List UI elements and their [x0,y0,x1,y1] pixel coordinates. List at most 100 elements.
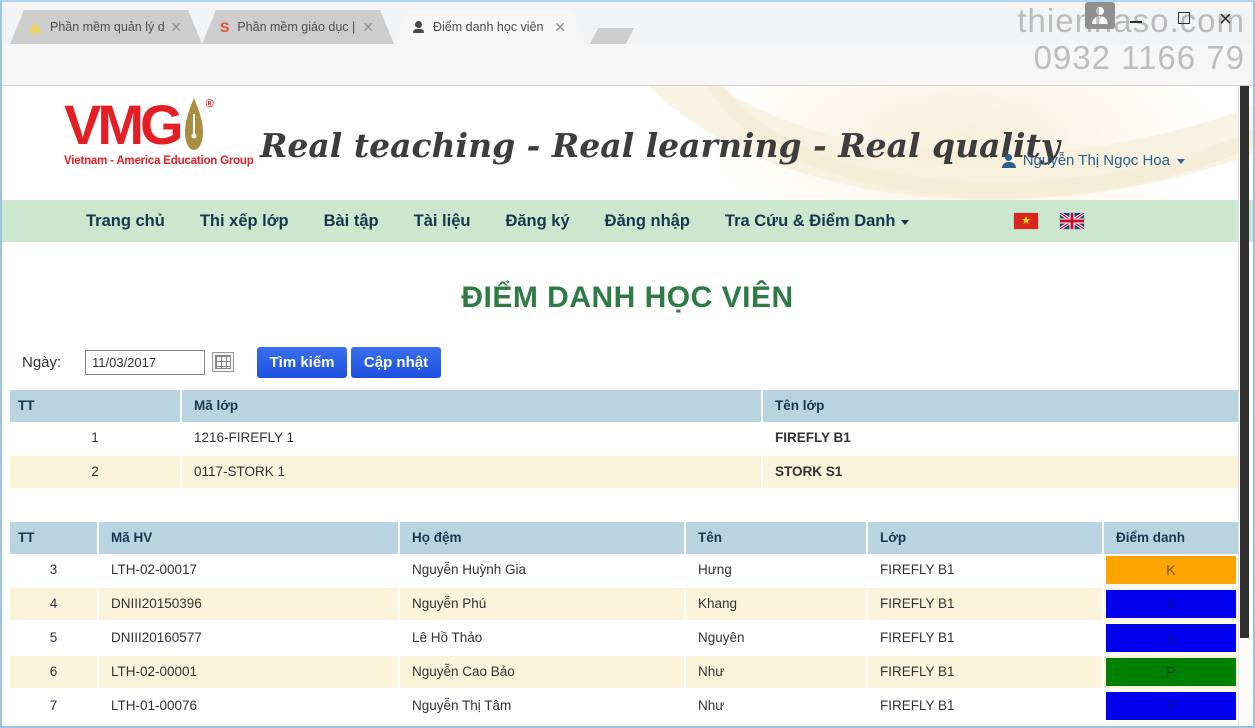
column-header-ho-dem: Họ đệm [400,522,686,554]
row-index: 6 [10,656,99,690]
user-menu[interactable]: Nguyễn Thị Ngọc Hoa [1002,152,1185,169]
nav-dropdown-tra-cuu[interactable]: Tra Cứu & Điểm Danh [725,212,910,231]
student-firstname: Hưng [686,554,868,588]
student-class: FIREFLY B1 [868,690,1104,724]
warning-triangle-icon [28,22,42,33]
maximize-button[interactable] [1178,12,1190,24]
tab-diem-danh-active[interactable]: Điểm danh học viên ✕ [394,10,586,44]
person-icon [412,21,425,34]
column-header-tt: TT [10,390,182,422]
student-class: FIREFLY B1 [868,588,1104,622]
class-name[interactable]: FIREFLY B1 [763,422,1238,456]
column-header-diem-danh: Điểm danh [1104,522,1238,554]
column-header-ma-hv: Mã HV [99,522,400,554]
nav-item-dang-ky[interactable]: Đăng ký [505,212,569,231]
student-firstname: Như [686,690,868,724]
table-row: 5 DNIII20160577 Lê Hồ Thảo Nguyên FIREFL… [10,622,1238,656]
attendance-button[interactable]: P [1106,658,1236,686]
attendance-cell: X [1104,588,1238,622]
tab-title: Phần mềm quản lý doan [50,20,164,34]
tab-title: Điểm danh học viên [433,20,548,34]
scrollbar-thumb[interactable] [1240,86,1249,638]
nav-item-bai-tap[interactable]: Bài tập [324,212,379,231]
class-name[interactable]: STORK S1 [763,456,1238,490]
table-row[interactable]: 2 0117-STORK 1 STORK S1 [10,456,1238,490]
attendance-button[interactable]: X [1106,590,1236,618]
tab-close-icon[interactable]: ✕ [362,20,374,34]
tab-title: Phần mềm giáo dục | Tiế [237,20,356,34]
update-button[interactable]: Cập nhật [351,347,441,378]
row-index: 5 [10,622,99,656]
vmg-logo[interactable]: VMG ® Vietnam - America Education Group [64,98,254,167]
attendance-button[interactable]: X [1106,624,1236,652]
attendance-cell: X [1104,622,1238,656]
logo-subtext: Vietnam - America Education Group [64,155,254,167]
tab-giao-duc[interactable]: S Phần mềm giáo dục | Tiế ✕ [202,10,394,44]
minimize-button[interactable] [1130,21,1142,23]
user-name: Nguyễn Thị Ngọc Hoa [1023,152,1170,169]
calendar-icon[interactable] [212,352,234,372]
chevron-down-icon [1177,159,1185,164]
attendance-button[interactable]: K [1106,556,1236,584]
logo-text: VMG [64,98,180,152]
table-row: 7 LTH-01-00076 Nguyễn Thị Tâm Như FIREFL… [10,690,1238,724]
student-id: DNIII20160577 [99,622,400,656]
column-header-lop: Lớp [868,522,1104,554]
student-class: FIREFLY B1 [868,554,1104,588]
nav-item-tai-lieu[interactable]: Tài liệu [414,212,471,231]
table-row[interactable]: 1 1216-FIREFLY 1 FIREFLY B1 [10,422,1238,456]
student-class: FIREFLY B1 [868,656,1104,690]
browser-toolbar: ← → i vmg.phanmemdaotao.com /diem-danh-h… [0,44,1255,86]
student-firstname: Như [686,656,868,690]
tagline: Real teaching - Real learning - Real qua… [260,126,1060,165]
pen-nib-icon [184,98,204,150]
attendance-cell: P [1104,656,1238,690]
uk-flag-icon[interactable] [1060,213,1084,229]
chevron-down-icon [901,220,909,225]
student-firstname: Khang [686,588,868,622]
student-lastname: Nguyễn Thị Tâm [400,690,686,724]
class-code: 1216-FIREFLY 1 [182,422,763,456]
class-table: TT Mã lớp Tên lớp 1 1216-FIREFLY 1 FIREF… [10,390,1238,490]
tab-close-icon[interactable]: ✕ [554,20,566,34]
tab-quan-ly-doanh[interactable]: Phần mềm quản lý doan ✕ [10,10,202,44]
student-table-header: TT Mã HV Họ đệm Tên Lớp Điểm danh [10,522,1238,554]
nav-item-trang-chu[interactable]: Trang chủ [86,212,165,231]
search-button[interactable]: Tìm kiếm [257,347,347,378]
date-input[interactable] [85,350,205,375]
column-header-ma-lop: Mã lớp [182,390,763,422]
profile-avatar[interactable] [1085,2,1115,29]
student-lastname: Nguyễn Huỳnh Gia [400,554,686,588]
main-nav: Trang chủ Thi xếp lớp Bài tập Tài liệu Đ… [2,200,1253,242]
student-id: LTH-02-00001 [99,656,400,690]
row-index: 7 [10,690,99,724]
student-lastname: Nguyễn Cao Bảo [400,656,686,690]
site-header: VMG ® Vietnam - America Education Group … [2,86,1253,200]
nav-item-dang-nhap[interactable]: Đăng nhập [605,212,690,231]
tab-strip: Phần mềm quản lý doan ✕ S Phần mềm giáo … [0,0,1255,44]
row-index: 2 [10,456,182,490]
scrollbar[interactable] [1238,86,1249,726]
student-class: FIREFLY B1 [868,622,1104,656]
column-header-ten: Tên [686,522,868,554]
attendance-cell: K [1104,554,1238,588]
table-row: 6 LTH-02-00001 Nguyễn Cao Bảo Như FIREFL… [10,656,1238,690]
tab-close-icon[interactable]: ✕ [170,20,182,34]
new-tab-button[interactable] [590,28,635,44]
class-code: 0117-STORK 1 [182,456,763,490]
column-header-ten-lop: Tên lớp [763,390,1238,422]
page-title: ĐIỂM DANH HỌC VIÊN [0,281,1255,315]
attendance-cell: X [1104,690,1238,724]
student-lastname: Nguyễn Phú [400,588,686,622]
table-row: 4 DNIII20150396 Nguyễn Phú Khang FIREFLY… [10,588,1238,622]
row-index: 4 [10,588,99,622]
student-id: LTH-01-00076 [99,690,400,724]
student-id: DNIII20150396 [99,588,400,622]
s-logo-icon: S [220,19,229,35]
vietnam-flag-icon[interactable]: ★ [1014,213,1038,229]
close-button[interactable]: × [1219,6,1232,32]
table-row: 3 LTH-02-00017 Nguyễn Huỳnh Gia Hưng FIR… [10,554,1238,588]
attendance-button[interactable]: X [1106,692,1236,720]
nav-item-thi-xep-lop[interactable]: Thi xếp lớp [200,212,289,231]
column-header-tt: TT [10,522,99,554]
